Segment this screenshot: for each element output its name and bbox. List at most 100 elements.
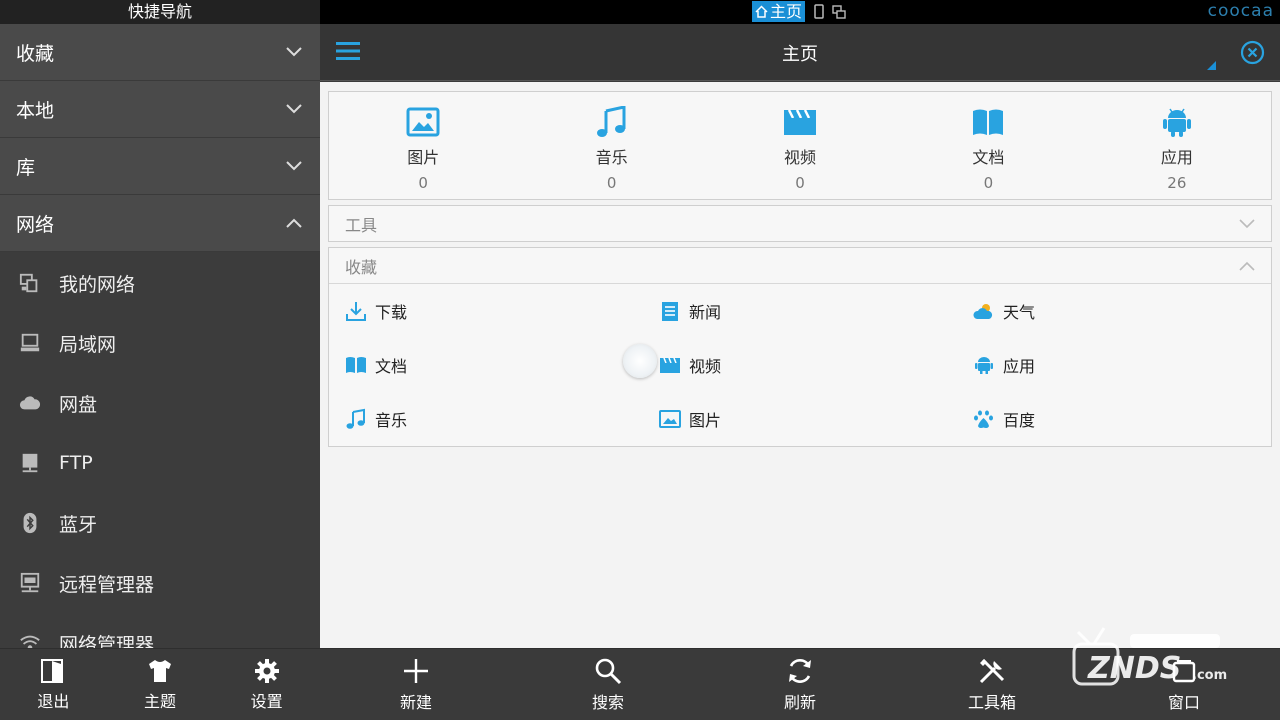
ftp-icon [18,451,42,475]
favorites-panel: 收藏 下载 新闻 天气 文档 视频 应用 音乐 图片 百度 [328,247,1272,447]
brand-logo: coocaa [1207,1,1274,21]
category-panel: 图片 0 音乐 0 视频 0 文档 0 应用 26 [328,91,1272,200]
drawer-section-label: 本地 [16,99,55,122]
refresh-label: 刷新 [783,692,816,712]
settings-button[interactable]: 设置 [213,649,320,720]
category-count: 26 [1167,174,1187,192]
refresh-button[interactable]: 刷新 [704,649,896,720]
toolbox-label: 工具箱 [967,692,1016,712]
tools-panel[interactable]: 工具 [328,205,1272,242]
theme-label: 主题 [144,691,177,711]
favorite-images[interactable]: 图片 [643,392,957,446]
toolbox-icon [979,658,1005,683]
corner-triangle-icon [1207,61,1216,70]
category-label: 音乐 [595,148,628,167]
favorite-download[interactable]: 下载 [329,284,643,338]
network-item-lan[interactable]: 局域网 [0,313,320,373]
network-item-bluetooth[interactable]: 蓝牙 [0,493,320,553]
theme-button[interactable]: 主题 [107,649,214,720]
svg-text:.com: .com [1192,668,1227,683]
watermark-logo: ZNDS .com [1072,627,1227,686]
new-label: 新建 [399,692,432,712]
favorites-title: 收藏 [345,257,378,277]
favorite-music[interactable]: 音乐 [329,392,643,446]
search-icon [595,658,622,684]
exit-icon [41,658,64,683]
chevron-down-icon [286,104,302,114]
exit-button[interactable]: 退出 [0,649,107,720]
navigation-drawer: 快捷导航 收藏 本地 库 网络 我的网络 局域网 网盘 FTP 蓝牙 远程管理器… [0,0,320,720]
favorite-label: 新闻 [689,303,722,322]
favorite-baidu[interactable]: 百度 [957,392,1271,446]
network-item-label: 远程管理器 [59,573,155,596]
refresh-icon [789,658,811,683]
favorite-weather[interactable]: 天气 [957,284,1271,338]
favorite-label: 音乐 [375,411,408,430]
network-item-ftp[interactable]: FTP [0,433,320,493]
category-apps[interactable]: 应用 26 [1083,92,1271,199]
network-item-label: 蓝牙 [59,513,98,536]
image-icon [659,410,681,428]
tab-home[interactable]: 主页 [752,1,806,22]
touch-ripple [623,344,657,378]
network-item-network-manager[interactable]: 网络管理器 [0,613,320,648]
favorite-documents[interactable]: 文档 [329,338,643,392]
favorite-label: 天气 [1003,303,1036,322]
category-label: 视频 [784,148,817,167]
category-documents[interactable]: 文档 0 [894,92,1082,199]
favorite-apps[interactable]: 应用 [957,338,1271,392]
cloud-icon [18,391,42,415]
new-button[interactable]: 新建 [320,649,512,720]
video-icon [784,109,817,135]
favorite-news[interactable]: 新闻 [643,284,957,338]
category-label: 应用 [1160,148,1193,167]
network-item-cloud[interactable]: 网盘 [0,373,320,433]
tab-home-label: 主页 [770,2,803,21]
drawer-section-library[interactable]: 库 [0,138,320,195]
favorite-label: 文档 [375,357,408,376]
network-list[interactable]: 我的网络 局域网 网盘 FTP 蓝牙 远程管理器 网络管理器 [0,253,320,648]
favorite-label: 视频 [689,357,722,376]
category-count: 0 [795,174,805,192]
window-tab-bar: 主页 coocaa [320,0,1280,24]
category-video[interactable]: 视频 0 [706,92,894,199]
category-label: 图片 [407,148,440,167]
network-item-remote-manager[interactable]: 远程管理器 [0,553,320,613]
drawer-section-local[interactable]: 本地 [0,81,320,138]
window-label: 窗口 [1167,692,1200,712]
svg-text:ZNDS: ZNDS [1087,651,1181,686]
multi-window-icon[interactable] [832,4,846,20]
network-item-label: 网络管理器 [59,633,155,649]
drawer-section-network[interactable]: 网络 [0,195,320,252]
video-icon [660,357,680,373]
category-music[interactable]: 音乐 0 [517,92,705,199]
android-icon [1162,108,1191,137]
lan-icon [18,331,42,355]
favorites-header[interactable]: 收藏 [329,248,1271,284]
plus-icon [404,658,428,683]
network-item-label: FTP [59,452,93,474]
phone-icon[interactable] [812,4,826,20]
drawer-title: 快捷导航 [0,0,320,24]
chevron-down-icon [286,47,302,57]
favorite-video[interactable]: 视频 [643,338,957,392]
search-label: 搜索 [591,692,624,712]
music-icon [346,408,365,429]
baidu-icon [974,410,993,428]
drawer-section-favorites[interactable]: 收藏 [0,24,320,81]
drawer-section-label: 网络 [16,213,55,236]
tools-header[interactable]: 工具 [329,206,1271,242]
favorites-grid: 下载 新闻 天气 文档 视频 应用 音乐 图片 百度 [329,284,1271,446]
category-count: 0 [418,174,428,192]
news-icon [662,302,678,321]
network-item-my-network[interactable]: 我的网络 [0,253,320,313]
remote-manager-icon [18,571,42,595]
toolbox-button[interactable]: 工具箱 [896,649,1088,720]
android-icon [975,357,993,374]
chevron-up-icon [1239,261,1255,271]
search-button[interactable]: 搜索 [512,649,704,720]
settings-icon [254,658,279,683]
settings-label: 设置 [250,691,283,711]
category-images[interactable]: 图片 0 [329,92,517,199]
close-icon[interactable] [1240,40,1265,65]
